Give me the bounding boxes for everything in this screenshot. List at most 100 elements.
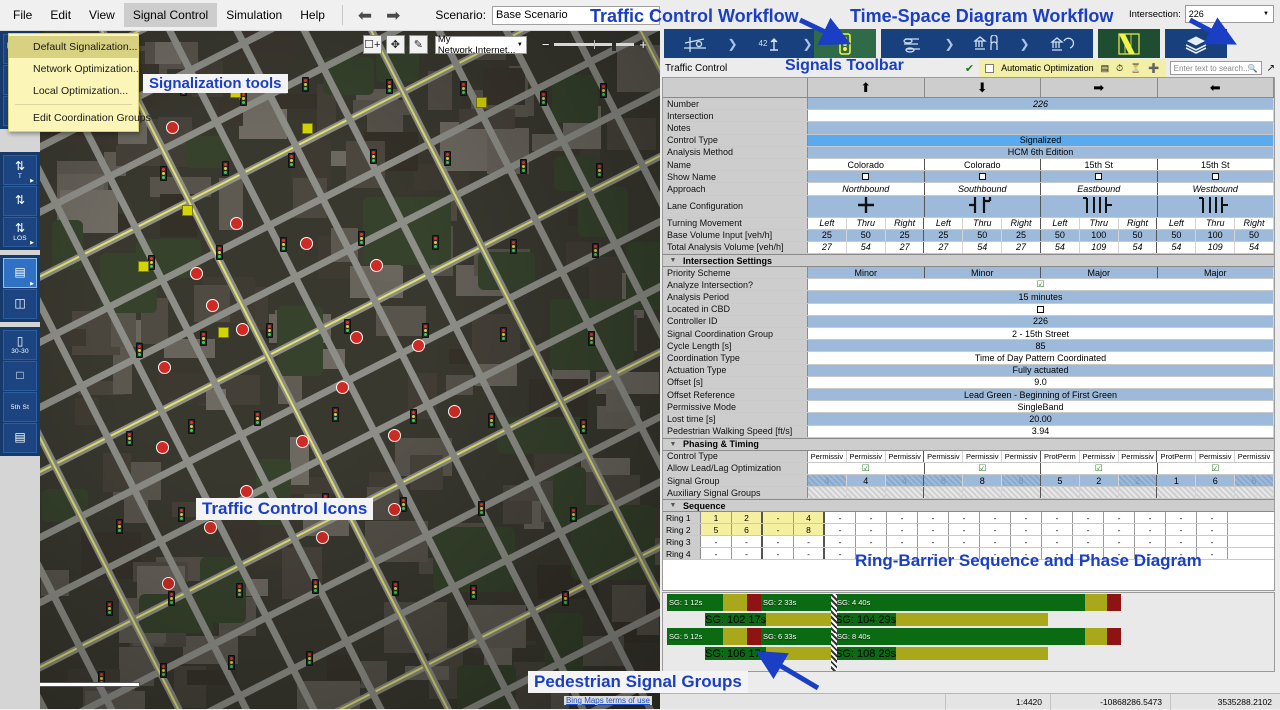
grid-cell[interactable]: SingleBand: [808, 401, 1274, 413]
grid-cell[interactable]: 226: [808, 98, 1274, 110]
grid-cell[interactable]: Right: [1235, 217, 1274, 229]
menu-item-signal-control[interactable]: Signal Control: [123, 3, 218, 27]
grid-cell[interactable]: Northbound: [808, 183, 925, 195]
grid-cell[interactable]: 25: [1002, 229, 1041, 241]
red-interval[interactable]: [747, 628, 761, 645]
grid-cell[interactable]: [1118, 487, 1158, 499]
grid-cell[interactable]: 50: [1235, 229, 1274, 241]
grid-cell[interactable]: ☑: [1157, 462, 1274, 475]
column-header-southbound[interactable]: ⬇: [925, 78, 1041, 97]
grid-cell[interactable]: Permissiv: [924, 450, 964, 462]
grid-cell[interactable]: Permissiv: [808, 450, 847, 462]
grid-cell[interactable]: [1196, 487, 1236, 499]
sequence-cell[interactable]: -: [949, 536, 980, 548]
grid-cell[interactable]: ☑: [808, 279, 1274, 291]
grid-cell[interactable]: 8: [924, 475, 964, 487]
sidebar-item-detector[interactable]: ◫: [3, 289, 37, 319]
grid-cell[interactable]: Right: [1002, 217, 1041, 229]
grid-cell[interactable]: 9.0: [808, 376, 1274, 388]
grid-cell[interactable]: Time of Day Pattern Coordinated: [808, 352, 1274, 364]
grid-cell[interactable]: Minor: [924, 267, 1041, 279]
grid-cell[interactable]: 6: [1196, 475, 1236, 487]
grid-cell[interactable]: 15 minutes: [808, 291, 1274, 303]
grid-cell[interactable]: [808, 110, 1274, 122]
grid-cell[interactable]: Permissiv: [963, 450, 1003, 462]
sequence-cell[interactable]: -: [794, 548, 825, 560]
sequence-cell[interactable]: 1: [701, 512, 732, 524]
sequence-cell[interactable]: 4: [794, 512, 825, 524]
grid-cell[interactable]: [1235, 487, 1274, 499]
grid-cell[interactable]: 54: [1157, 241, 1197, 254]
grid-cell[interactable]: Colorado: [808, 158, 925, 171]
sequence-cell[interactable]: -: [825, 524, 856, 536]
sequence-cell[interactable]: -: [1104, 524, 1135, 536]
workflow-step-flow-profile[interactable]: [881, 29, 943, 58]
grid-cell[interactable]: 6: [1235, 475, 1274, 487]
pedestrian-signal-group[interactable]: SG: 104 29s: [835, 613, 1049, 626]
yellow-interval[interactable]: [1085, 628, 1107, 645]
sequence-cell[interactable]: -: [1011, 512, 1042, 524]
grid-cell[interactable]: Westbound: [1157, 183, 1274, 195]
grid-cell[interactable]: 4: [846, 475, 886, 487]
collapse-triangle-icon[interactable]: ▼: [663, 257, 683, 264]
workflow-step-report[interactable]: [1031, 29, 1093, 58]
sequence-cell[interactable]: -: [794, 536, 825, 548]
grid-cell[interactable]: Left: [1040, 217, 1080, 229]
grid-cell[interactable]: 27: [924, 241, 964, 254]
sequence-cell[interactable]: -: [1042, 536, 1073, 548]
grid-cell[interactable]: 3.94: [808, 425, 1274, 437]
sidebar-item-signal-head[interactable]: ▤ ▶: [3, 258, 37, 288]
section-header-sequence[interactable]: ▼ Sequence: [663, 499, 1274, 513]
yellow-interval[interactable]: [723, 594, 747, 611]
grid-cell[interactable]: [1002, 487, 1041, 499]
grid-cell[interactable]: 4: [808, 475, 847, 487]
green-interval[interactable]: SG: 8 40s: [835, 628, 1085, 645]
grid-cell[interactable]: [1040, 487, 1080, 499]
grid-cell[interactable]: 20.00: [808, 413, 1274, 425]
sequence-cell[interactable]: -: [732, 536, 763, 548]
menu-item-simulation[interactable]: Simulation: [217, 3, 291, 27]
menu-local-optimization[interactable]: Local Optimization...: [9, 80, 138, 102]
grid-cell[interactable]: 27: [1002, 241, 1041, 254]
grid-cell[interactable]: 54: [963, 241, 1003, 254]
green-interval[interactable]: SG: 1 12s: [667, 594, 723, 611]
grid-cell[interactable]: 15th St: [1041, 158, 1158, 171]
grid-cell[interactable]: Signalized: [808, 134, 1274, 146]
sequence-cell[interactable]: -: [980, 536, 1011, 548]
sequence-cell[interactable]: -: [825, 536, 856, 548]
grid-cell[interactable]: [808, 487, 847, 499]
sequence-cell[interactable]: -: [701, 536, 732, 548]
chevron-right-icon[interactable]: ▶: [30, 178, 34, 184]
sequence-cell[interactable]: -: [1073, 536, 1104, 548]
sidebar-item-delay[interactable]: ⇅: [3, 186, 37, 216]
grid-cell[interactable]: [885, 487, 925, 499]
grid-cell[interactable]: 50: [1157, 229, 1197, 241]
lane-configuration-cell[interactable]: [1041, 195, 1158, 217]
menu-default-signalization[interactable]: Default Signalization...: [9, 36, 138, 58]
red-interval[interactable]: [1107, 628, 1121, 645]
lane-configuration-cell[interactable]: [924, 195, 1041, 217]
cycle-icon[interactable]: ⏳: [1130, 63, 1141, 74]
chevron-right-icon[interactable]: ▶: [30, 240, 34, 246]
sequence-cell[interactable]: -: [1197, 512, 1228, 524]
sequence-cell[interactable]: -: [918, 524, 949, 536]
section-header-phasing-timing[interactable]: ▼ Phasing & Timing: [663, 437, 1274, 451]
grid-cell[interactable]: ProtPerm: [1157, 450, 1197, 462]
sequence-cell[interactable]: -: [887, 512, 918, 524]
grid-cell[interactable]: Minor: [808, 267, 925, 279]
sidebar-item-parking[interactable]: □: [3, 361, 37, 391]
menu-edit-coordination-groups[interactable]: Edit Coordination Groups: [9, 107, 151, 129]
sequence-cell[interactable]: -: [1042, 512, 1073, 524]
sidebar-item-los[interactable]: ⇅ LOS ▶: [3, 217, 37, 247]
grid-cell[interactable]: 50: [1040, 229, 1080, 241]
grid-cell[interactable]: 25: [808, 229, 847, 241]
grid-cell[interactable]: [808, 122, 1274, 134]
grid-cell[interactable]: [963, 487, 1003, 499]
grid-cell[interactable]: ☑: [808, 462, 925, 475]
grid-cell[interactable]: 109: [1079, 241, 1119, 254]
grid-cell[interactable]: 27: [808, 241, 847, 254]
sequence-cell[interactable]: -: [825, 512, 856, 524]
grid-cell[interactable]: Lead Green - Beginning of First Green: [808, 388, 1274, 401]
grid-cell[interactable]: Left: [924, 217, 964, 229]
menu-network-optimization[interactable]: Network Optimization...: [9, 58, 142, 80]
